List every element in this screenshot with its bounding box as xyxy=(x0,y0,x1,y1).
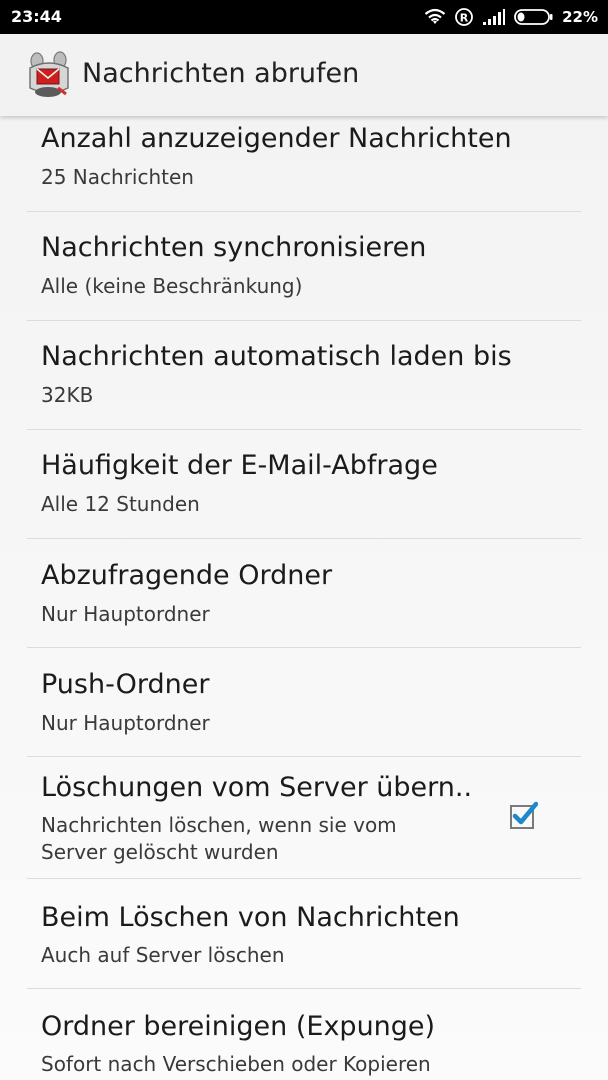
setting-poll-frequency[interactable]: Häufigkeit der E-Mail-Abfrage Alle 12 St… xyxy=(0,430,608,538)
signal-icon xyxy=(483,9,506,25)
setting-title: Abzufragende Ordner xyxy=(41,560,333,591)
setting-summary: 32KB xyxy=(41,383,94,407)
status-time: 23:44 xyxy=(11,7,62,26)
settings-list[interactable]: Anzahl anzuzeigender Nachrichten 25 Nach… xyxy=(0,116,608,1080)
setting-title: Nachrichten automatisch laden bis xyxy=(41,341,512,372)
k9-mail-logo-icon[interactable] xyxy=(24,50,74,100)
setting-title: Anzahl anzuzeigender Nachrichten xyxy=(41,123,512,154)
setting-summary: Auch auf Server löschen xyxy=(41,943,285,967)
setting-delete-behavior[interactable]: Beim Löschen von Nachrichten Auch auf Se… xyxy=(0,879,608,988)
setting-push-folders[interactable]: Push-Ordner Nur Hauptordner xyxy=(0,648,608,756)
wifi-icon xyxy=(424,8,446,24)
setting-expunge-folder[interactable]: Ordner bereinigen (Expunge) Sofort nach … xyxy=(0,989,608,1080)
roaming-icon: R xyxy=(455,8,473,26)
setting-folders-to-poll[interactable]: Abzufragende Ordner Nur Hauptordner xyxy=(0,539,608,647)
app-bar: Nachrichten abrufen xyxy=(0,34,608,116)
battery-percent: 22% xyxy=(562,8,598,26)
setting-title: Ordner bereinigen (Expunge) xyxy=(41,1011,436,1042)
setting-summary: Sofort nach Verschieben oder Kopieren xyxy=(41,1052,431,1076)
setting-summary: Nur Hauptordner xyxy=(41,602,210,626)
setting-summary-line1: Nachrichten löschen, wenn sie vom xyxy=(41,813,397,837)
setting-summary: Nur Hauptordner xyxy=(41,711,210,735)
setting-message-count[interactable]: Anzahl anzuzeigender Nachrichten 25 Nach… xyxy=(0,116,608,211)
setting-summary: 25 Nachrichten xyxy=(41,165,194,189)
setting-summary-line2: Server gelöscht wurden xyxy=(41,840,279,864)
page-title: Nachrichten abrufen xyxy=(82,58,360,89)
setting-title: Löschungen vom Server übern.. xyxy=(41,772,473,803)
battery-icon xyxy=(514,9,553,25)
setting-sync-messages[interactable]: Nachrichten synchronisieren Alle (keine … xyxy=(0,212,608,320)
status-icons: R 22% xyxy=(424,6,598,28)
setting-summary: Alle (keine Beschränkung) xyxy=(41,274,303,298)
svg-text:R: R xyxy=(460,12,469,25)
setting-title: Nachrichten synchronisieren xyxy=(41,232,427,263)
setting-summary: Alle 12 Stunden xyxy=(41,492,200,516)
setting-title: Häufigkeit der E-Mail-Abfrage xyxy=(41,450,438,481)
setting-title: Push-Ordner xyxy=(41,669,210,700)
server-deletions-checkbox[interactable] xyxy=(508,801,538,831)
setting-title: Beim Löschen von Nachrichten xyxy=(41,902,460,933)
status-bar: 23:44 R 22% xyxy=(0,0,608,34)
setting-server-deletions[interactable]: Löschungen vom Server übern.. Nachrichte… xyxy=(0,757,608,878)
setting-auto-download-size[interactable]: Nachrichten automatisch laden bis 32KB xyxy=(0,321,608,429)
